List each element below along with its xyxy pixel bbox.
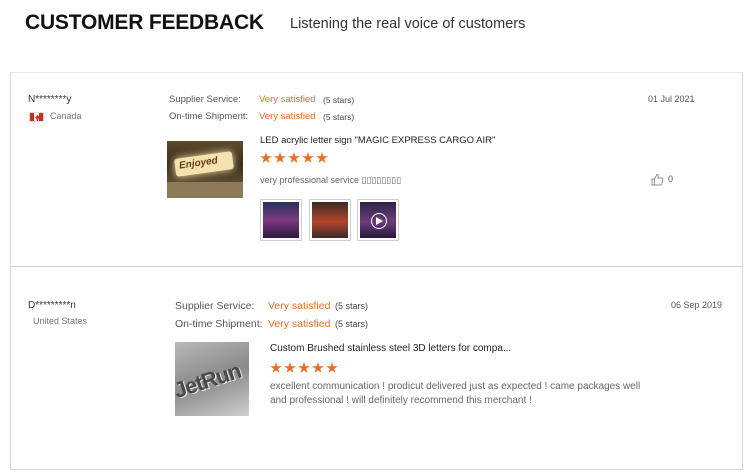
supplier-service-stars: (5 stars) [323, 95, 355, 105]
star-icon [274, 152, 286, 163]
review-card: N********y Canada Supplier Service: Very… [10, 72, 743, 265]
canada-flag-icon [29, 112, 44, 122]
supplier-service-label: Supplier Service: [169, 94, 241, 105]
product-title[interactable]: LED acrylic letter sign "MAGIC EXPRESS C… [260, 135, 495, 146]
star-icon [270, 362, 282, 373]
review-video-thumbnail[interactable] [357, 199, 399, 241]
star-icon [260, 152, 272, 163]
shipment-value: Very satisfied [268, 318, 331, 330]
review-comment: excellent communication ! prodicut deliv… [270, 381, 641, 406]
shipment-label: On-time Shipment: [175, 318, 263, 330]
star-icon [326, 362, 338, 373]
review-photo-thumbnail[interactable] [260, 199, 302, 241]
supplier-service-value: Very satisfied [259, 94, 316, 105]
review-date: 01 Jul 2021 [648, 94, 695, 104]
thumbs-up-icon[interactable] [651, 173, 664, 186]
star-icon [316, 152, 328, 163]
page-header: CUSTOMER FEEDBACK Listening the real voi… [0, 0, 750, 60]
shipment-label: On-time Shipment: [169, 111, 249, 122]
product-image[interactable]: Enjoyed [167, 141, 243, 198]
supplier-service-stars: (5 stars) [335, 301, 369, 311]
rating-stars [260, 152, 328, 164]
reviewer-name: N********y [28, 94, 72, 105]
shipment-stars: (5 stars) [335, 319, 369, 329]
product-image[interactable]: JetRun [175, 342, 249, 416]
supplier-service-value: Very satisfied [268, 300, 331, 312]
page-title: CUSTOMER FEEDBACK [25, 11, 264, 34]
review-date: 06 Sep 2019 [671, 300, 723, 310]
review-photo-thumbnail[interactable] [309, 199, 351, 241]
reviewer-country: Canada [50, 111, 82, 121]
product-title[interactable]: Custom Brushed stainless steel 3D letter… [270, 343, 511, 354]
review-card: D*********n United States Supplier Servi… [10, 266, 743, 470]
star-icon [302, 152, 314, 163]
rating-stars [270, 362, 338, 374]
star-icon [288, 152, 300, 163]
shipment-stars: (5 stars) [323, 112, 355, 122]
star-icon [284, 362, 296, 373]
supplier-service-label: Supplier Service: [175, 300, 255, 312]
star-icon [312, 362, 324, 373]
shipment-value: Very satisfied [259, 111, 316, 122]
review-comment: very professional service ▯▯▯▯▯▯▯▯ [260, 175, 402, 185]
like-count: 0 [668, 174, 674, 184]
page-subtitle: Listening the real voice of customers [290, 16, 526, 32]
star-icon [298, 362, 310, 373]
reviewer-name: D*********n [28, 300, 76, 311]
reviewer-country: United States [33, 316, 88, 326]
